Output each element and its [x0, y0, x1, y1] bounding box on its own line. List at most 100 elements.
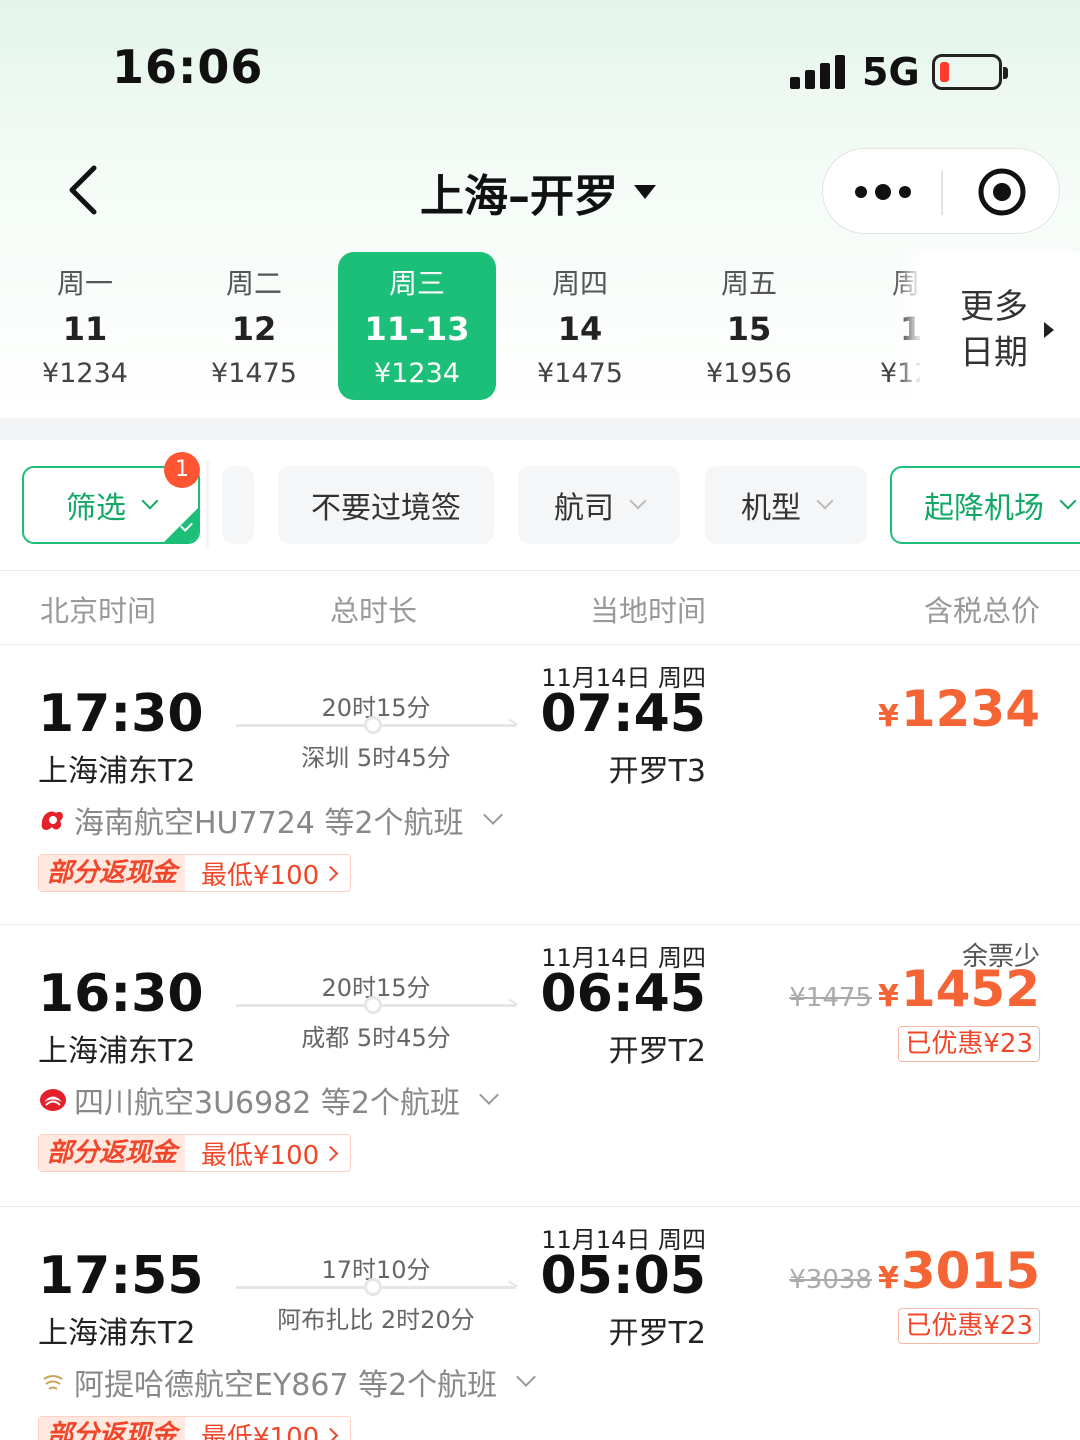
date-item-wed-selected[interactable]: 周三 11–13 ¥1234 — [338, 252, 496, 400]
chevron-down-icon — [482, 805, 503, 825]
aircraft-filter-chip[interactable]: 机型 — [705, 466, 867, 544]
chevron-down-icon — [1059, 492, 1077, 510]
col-total-duration: 总时长 — [330, 594, 418, 628]
departure-airport: 上海浦东T2 — [38, 1034, 196, 1069]
chevron-down-icon — [629, 492, 647, 510]
route-title-dropdown[interactable]: 上海–开罗 — [420, 160, 656, 224]
date-weekday: 周二 — [225, 267, 282, 300]
airline-label: 海南航空HU7724 等2个航班 — [74, 806, 464, 841]
arrival-time: 06:45 — [540, 964, 706, 1024]
currency-symbol: ¥ — [877, 979, 899, 1014]
no-transit-visa-chip[interactable]: 不要过境签 — [278, 466, 494, 544]
col-beijing-time: 北京时间 — [40, 594, 157, 628]
airline-info[interactable]: 阿提哈德航空EY867 等2个航班 — [38, 1360, 537, 1404]
airline-info[interactable]: 四川航空3U6982 等2个航班 — [38, 1078, 499, 1122]
filter-count-badge: 1 — [164, 452, 200, 488]
etihad-logo-icon — [43, 1375, 63, 1390]
stopover-info: 深圳 5时45分 — [301, 744, 451, 772]
currency-symbol: ¥ — [877, 699, 899, 734]
price-value: 1452 — [900, 960, 1040, 1018]
original-price: ¥1475 — [789, 983, 872, 1013]
airline-info[interactable]: 海南航空HU7724 等2个航班 — [38, 798, 503, 842]
chevron-right-icon — [322, 1145, 339, 1161]
signal-icon — [790, 55, 846, 89]
price-value: 3015 — [900, 1242, 1040, 1300]
cashback-label: 部分返现金 — [39, 1135, 186, 1171]
date-weekday: 周四 — [551, 267, 608, 300]
price-value: 1234 — [900, 680, 1040, 738]
airport-filter-chip[interactable]: 起降机场 — [890, 466, 1080, 544]
back-button[interactable] — [56, 160, 116, 220]
date-day: 11–13 — [364, 310, 470, 348]
date-price: ¥1234 — [42, 358, 128, 389]
cashback-label: 部分返现金 — [39, 1417, 186, 1440]
cashback-value: 最低¥100 — [201, 1422, 320, 1440]
arrival-airport: 开罗T3 — [608, 754, 706, 789]
filter-scroll-shadow — [206, 460, 212, 550]
date-item-tue[interactable]: 周二 12 ¥1475 — [175, 252, 333, 400]
chip-label: 不要过境签 — [311, 491, 461, 526]
arrival-airport: 开罗T2 — [608, 1034, 706, 1069]
chevron-down-icon — [516, 1367, 537, 1387]
target-icon[interactable] — [977, 167, 1027, 217]
date-day: 15 — [726, 310, 772, 348]
section-divider — [0, 418, 1080, 440]
departure-time: 17:30 — [38, 684, 204, 744]
chevron-right-icon — [322, 865, 339, 881]
chevron-down-icon — [816, 492, 834, 510]
date-item-thu[interactable]: 周四 14 ¥1475 — [501, 252, 659, 400]
arrival-time: 05:05 — [540, 1246, 706, 1306]
network-label: 5G — [862, 50, 920, 94]
chevron-down-icon — [479, 1085, 499, 1105]
hainan-airlines-logo-icon — [41, 811, 63, 830]
check-corner-icon — [164, 508, 198, 542]
filter-label: 筛选 — [66, 491, 126, 526]
departure-airport: 上海浦东T2 — [38, 1316, 196, 1351]
filter-chip-partial[interactable] — [222, 466, 254, 544]
price: ¥3038 ¥ 3015 — [789, 1242, 1040, 1300]
cashback-tag[interactable]: 部分返现金 最低¥100 — [38, 1416, 352, 1440]
stopover-dot — [364, 996, 382, 1014]
flight-card[interactable]: 17:30 上海浦东T2 20时15分 深圳 5时45分 11月14日 周四 0… — [0, 646, 1080, 928]
price: ¥ 1234 — [878, 680, 1040, 738]
date-price: ¥1475 — [211, 358, 297, 389]
date-day: 12 — [231, 310, 277, 348]
chevron-down-icon — [141, 492, 159, 510]
col-total-price: 含税总价 — [923, 594, 1040, 628]
cashback-tag[interactable]: 部分返现金 最低¥100 — [38, 854, 352, 892]
arrival-time: 07:45 — [540, 684, 706, 744]
date-price: ¥1475 — [537, 358, 623, 389]
discount-badge: 已优惠¥23 — [898, 1026, 1040, 1062]
date-weekday: 周三 — [388, 267, 445, 300]
date-weekday: 周五 — [720, 267, 777, 300]
more-dates-button[interactable]: 更多日期 — [920, 252, 1080, 402]
caret-down-icon — [634, 185, 656, 199]
date-price: ¥1234 — [374, 358, 460, 389]
airline-label: 四川航空3U6982 等2个航班 — [74, 1086, 461, 1121]
divider — [0, 924, 1080, 925]
sichuan-airlines-logo-icon — [40, 1089, 66, 1111]
arrival-airport: 开罗T2 — [608, 1316, 706, 1351]
chevron-right-icon — [322, 1427, 339, 1440]
back-icon — [69, 165, 97, 215]
more-icon[interactable] — [853, 179, 913, 205]
divider — [0, 570, 1080, 571]
discount-badge: 已优惠¥23 — [898, 1308, 1040, 1344]
col-local-time: 当地时间 — [590, 594, 707, 628]
status-time: 16:06 — [112, 40, 264, 94]
date-item-mon[interactable]: 周一 11 ¥1234 — [6, 252, 164, 400]
more-dates-label: 更多日期 — [960, 287, 1028, 373]
date-day: 11 — [62, 310, 108, 348]
cashback-tag[interactable]: 部分返现金 最低¥100 — [38, 1134, 352, 1172]
departure-time: 16:30 — [38, 964, 204, 1024]
date-item-fri[interactable]: 周五 15 ¥1956 — [670, 252, 828, 400]
divider — [0, 1206, 1080, 1207]
date-weekday: 周一 — [56, 267, 113, 300]
flight-card[interactable]: 余票少 16:30 上海浦东T2 20时15分 成都 5时45分 11月14日 … — [0, 926, 1080, 1208]
stopover-dot — [364, 1278, 382, 1296]
chip-label: 航司 — [554, 491, 614, 526]
price: ¥1475 ¥ 1452 — [789, 960, 1040, 1018]
airline-filter-chip[interactable]: 航司 — [518, 466, 680, 544]
flight-card[interactable]: 17:55 上海浦东T2 17时10分 阿布扎比 2时20分 11月14日 周四… — [0, 1208, 1080, 1440]
mini-program-capsule — [822, 148, 1060, 234]
